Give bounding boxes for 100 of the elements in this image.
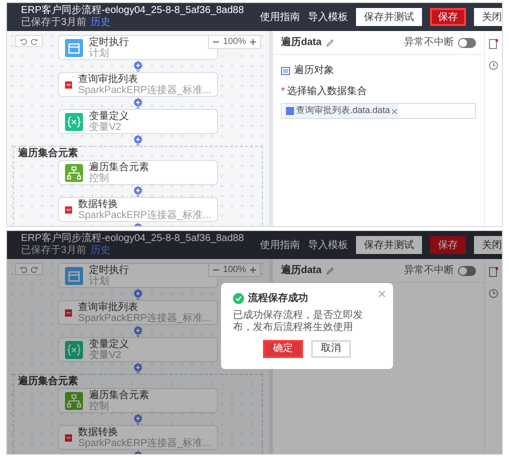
node-subtitle: 计划 [89,48,109,58]
dialog-button[interactable]: 取消 [311,340,351,358]
selected-tag[interactable]: 查询审批列表.data.data [284,104,400,118]
node-subtitle: 控制 [89,400,110,412]
variable-icon [65,112,83,130]
undo-redo-control[interactable] [15,35,43,47]
save-status: 已保存于3月前 [21,17,87,29]
required-mark: * [281,85,285,99]
close-icon[interactable] [392,108,398,114]
toolbar-link[interactable]: 导入模板 [308,10,348,24]
plus-icon[interactable] [250,267,256,273]
toggle-switch[interactable] [458,266,476,276]
hierarchy-icon [65,164,83,182]
flow-node[interactable]: 定时执行 计划 [58,263,218,288]
flow-node[interactable]: 查询审批列表 SparkPackERP连接器_标准... [58,72,218,97]
undo-icon[interactable] [20,38,27,44]
node-title: 查询审批列表 [78,74,140,84]
plus-icon[interactable] [250,39,256,45]
toolbar-button[interactable]: 保存 [430,236,466,254]
connector-drawing[interactable] [132,185,144,197]
node-subtitle: 控制 [89,172,110,184]
flow-node[interactable]: 变量定义 变量V2 [58,337,218,362]
node-subtitle: SparkPackERP连接器_标准... [78,312,211,324]
close-icon[interactable] [379,291,385,297]
toolbar-button[interactable]: 保存并测试 [356,236,422,254]
toggle-switch[interactable] [458,38,476,48]
minus-icon[interactable] [212,267,219,273]
loop-label: 遍历集合元素 [17,147,78,160]
node-title: 数据转换 [78,426,120,438]
node-title: 遍历集合元素 [89,390,149,400]
undo-icon[interactable] [20,266,27,272]
panel-title: 遍历data [281,263,322,278]
flow-node[interactable]: 数据转换 SparkPackERP连接器_标准... [58,425,218,450]
section-label: 遍历对象 [294,64,334,78]
dialog-message: 已成功保存流程，是否立即发布，发布后流程将生效使用 [233,310,364,334]
panel-title: 遍历data [281,35,322,50]
node-subtitle: SparkPackERP连接器_标准... [78,438,211,448]
clock-icon[interactable] [489,289,498,298]
node-title: 查询审批列表 [78,302,140,312]
pencil-icon[interactable] [326,266,334,274]
node-subtitle: SparkPackERP连接器_标准... [78,210,211,220]
connector-drawing[interactable] [132,325,144,337]
data-icon [286,107,294,115]
field-label: 选择输入数据集合 [286,84,367,99]
pencil-icon[interactable] [326,38,334,46]
document-icon[interactable] [489,39,498,49]
connector-drawing[interactable] [132,134,144,146]
node-title: 数据转换 [78,198,120,210]
dialog-title: 流程保存成功 [248,291,308,306]
tag-text: 查询审批列表.data.data [296,104,390,118]
minus-icon[interactable] [212,39,219,45]
loop-label: 遍历集合元素 [17,375,78,388]
document-icon[interactable] [489,267,498,277]
flow-node[interactable]: 数据转换 SparkPackERP连接器_标准... [58,197,218,222]
connector-drawing[interactable] [132,362,144,374]
toggle-label: 异常不中断 [404,264,454,278]
hierarchy-icon [65,392,83,410]
list-icon [281,66,290,74]
success-icon [233,293,244,304]
toolbar-button[interactable]: 保存 [430,8,466,26]
redo-icon[interactable] [31,266,38,272]
dialog-button[interactable]: 确定 [263,340,303,358]
calendar-icon [65,266,83,284]
node-title: 遍历集合元素 [89,162,149,172]
flow-node[interactable]: 定时执行 计划 [58,35,218,60]
clock-icon[interactable] [489,61,498,70]
connector-drawing[interactable] [132,60,144,72]
collection-field[interactable]: 查询审批列表.data.data [281,103,476,119]
zoom-level: 100% [222,263,246,276]
toolbar-link[interactable]: 使用指南 [260,238,300,252]
flow-title: ERP客户同步流程-eology04_25-8-8_5af36_8ad88 [21,233,244,244]
node-subtitle: 变量V2 [89,350,122,360]
toolbar-link[interactable]: 导入模板 [308,238,348,252]
toggle-label: 异常不中断 [404,36,454,50]
node-title: 变量定义 [89,338,129,350]
zoom-level: 100% [222,35,246,48]
node-title: 定时执行 [89,264,129,276]
flow-node[interactable]: 变量定义 变量V2 [58,109,218,134]
undo-redo-control[interactable] [15,263,43,275]
node-title: 变量定义 [89,110,129,122]
connector-drawing[interactable] [132,413,144,425]
toolbar-button[interactable]: 关闭 [474,8,502,26]
flow-title: ERP客户同步流程-eology04_25-8-8_5af36_8ad88 [21,5,244,16]
save-status: 已保存于3月前 [21,245,87,257]
connector-drawing[interactable] [132,288,144,300]
toolbar-button[interactable]: 保存并测试 [356,8,422,26]
toolbar-link[interactable]: 使用指南 [260,10,300,24]
node-subtitle: SparkPackERP连接器_标准... [78,84,211,96]
node-subtitle: 计划 [89,276,109,286]
flow-node[interactable]: 查询审批列表 SparkPackERP连接器_标准... [58,300,218,325]
calendar-icon [65,38,83,56]
toolbar-button[interactable]: 关闭 [474,236,502,254]
node-subtitle: 变量V2 [89,122,122,132]
flow-node[interactable]: 遍历集合元素 控制 [58,160,218,185]
flow-node[interactable]: 遍历集合元素 控制 [58,388,218,413]
redo-icon[interactable] [31,38,38,44]
variable-icon [65,340,83,358]
history-link[interactable]: 历史 [90,17,111,29]
connector-drawing[interactable] [132,97,144,109]
node-title: 定时执行 [89,36,129,48]
